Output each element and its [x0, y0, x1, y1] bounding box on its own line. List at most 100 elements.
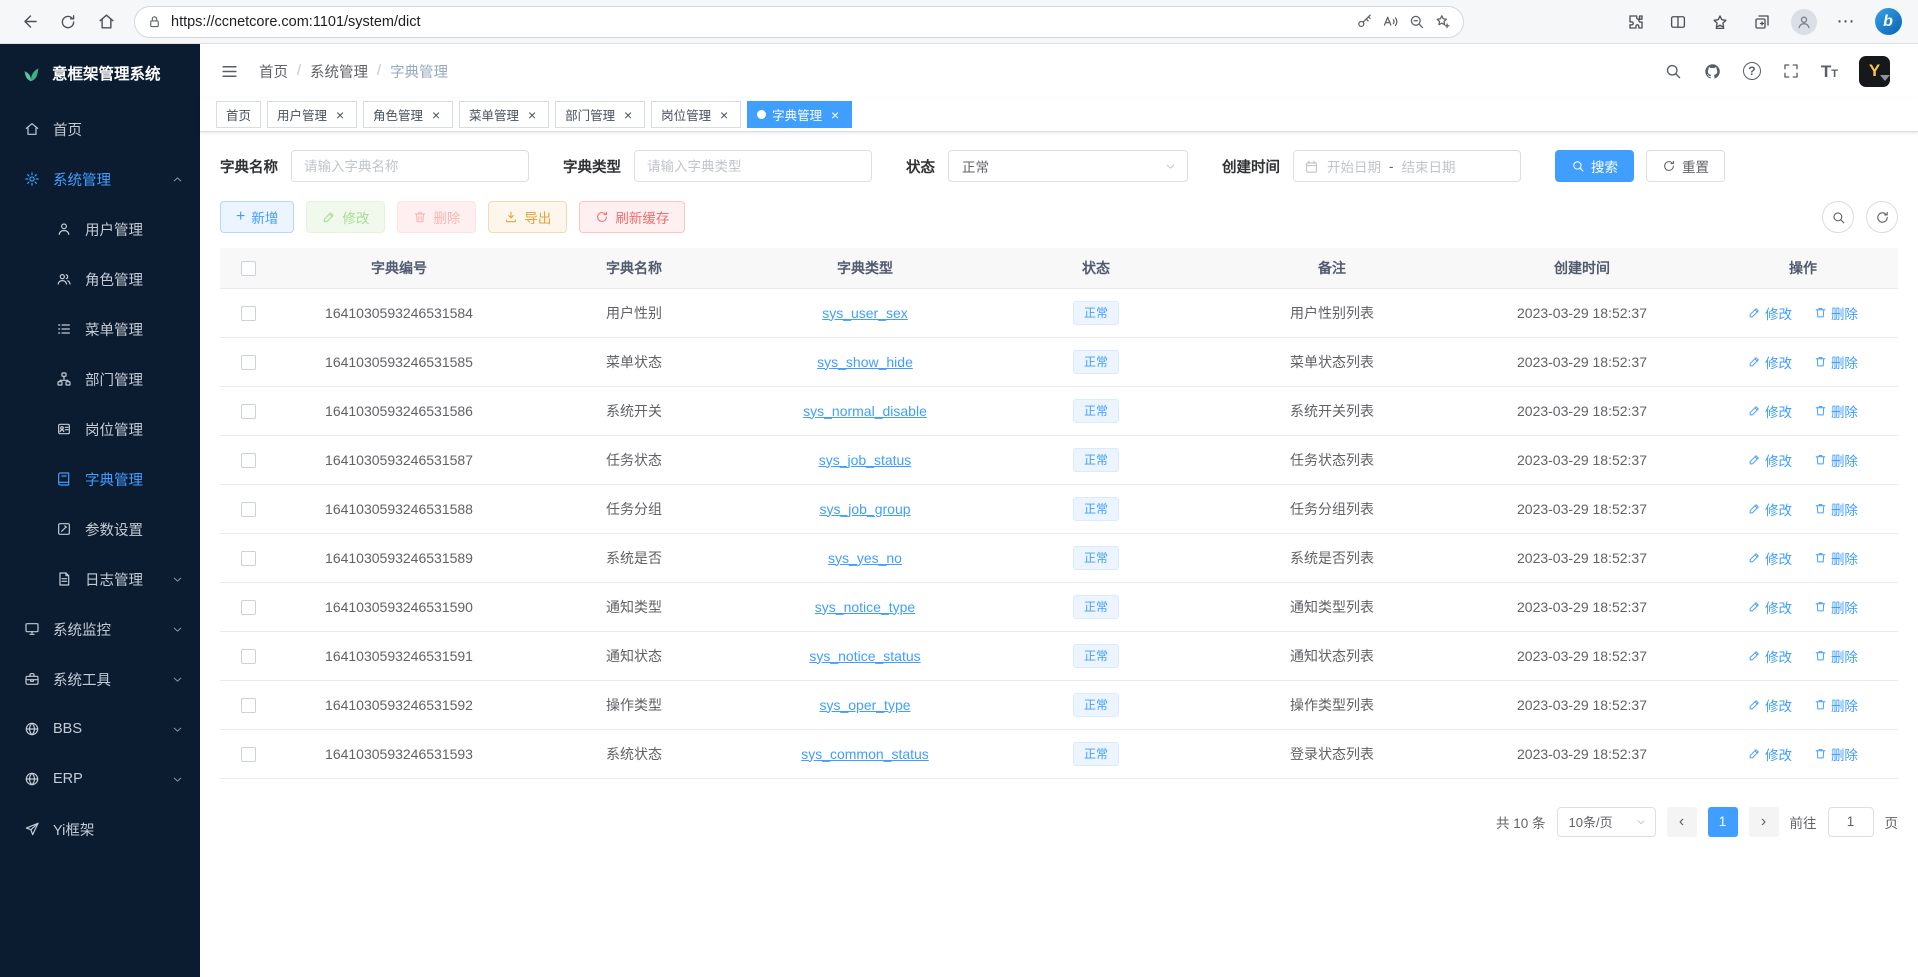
dict-type-link[interactable]: sys_yes_no — [828, 550, 902, 566]
close-icon[interactable]: × — [333, 108, 347, 122]
goto-page-input[interactable] — [1828, 807, 1874, 837]
row-checkbox[interactable] — [241, 698, 256, 713]
row-delete-button[interactable]: 删除 — [1814, 352, 1858, 372]
row-checkbox[interactable] — [241, 355, 256, 370]
font-size-button[interactable]: TT — [1821, 63, 1838, 80]
browser-back-button[interactable] — [12, 4, 48, 40]
next-page-button[interactable]: › — [1749, 807, 1779, 837]
close-icon[interactable]: × — [525, 108, 539, 122]
address-bar[interactable]: https://ccnetcore.com:1101/system/dict — [134, 6, 1464, 38]
sidebar-item-yi-framework[interactable]: Yi框架 — [0, 804, 200, 854]
row-checkbox[interactable] — [241, 306, 256, 321]
export-button[interactable]: 导出 — [488, 201, 567, 233]
split-screen-button[interactable] — [1660, 4, 1696, 40]
tab-post-mgmt[interactable]: 岗位管理× — [651, 101, 741, 128]
sidebar-item-home[interactable]: 首页 — [0, 104, 200, 154]
browser-refresh-button[interactable] — [50, 4, 86, 40]
url-text[interactable]: https://ccnetcore.com:1101/system/dict — [171, 14, 1347, 30]
sidebar-item-log-mgmt[interactable]: 日志管理 — [0, 554, 200, 604]
sidebar-item-role-mgmt[interactable]: 角色管理 — [0, 254, 200, 304]
sidebar-item-system-mgmt[interactable]: 系统管理 — [0, 154, 200, 204]
dict-type-link[interactable]: sys_common_status — [801, 746, 929, 762]
fullscreen-button[interactable] — [1782, 62, 1800, 80]
sidebar-toggle-button[interactable] — [216, 58, 243, 85]
tab-dict-mgmt[interactable]: 字典管理× — [747, 101, 852, 128]
row-checkbox[interactable] — [241, 600, 256, 615]
row-delete-button[interactable]: 删除 — [1814, 646, 1858, 666]
row-edit-button[interactable]: 修改 — [1748, 450, 1792, 470]
user-avatar-button[interactable]: Y — [1859, 56, 1890, 87]
prev-page-button[interactable]: ‹ — [1667, 807, 1697, 837]
zoom-out-icon[interactable] — [1408, 13, 1425, 30]
sidebar-item-param-settings[interactable]: 参数设置 — [0, 504, 200, 554]
row-checkbox[interactable] — [241, 502, 256, 517]
dict-name-input[interactable] — [291, 150, 529, 182]
app-logo[interactable]: 意框架管理系统 — [0, 44, 200, 102]
row-edit-button[interactable]: 修改 — [1748, 352, 1792, 372]
github-link-button[interactable] — [1703, 62, 1722, 81]
reset-button[interactable]: 重置 — [1646, 150, 1725, 182]
extensions-button[interactable] — [1618, 4, 1654, 40]
close-icon[interactable]: × — [621, 108, 635, 122]
add-favorite-icon[interactable] — [1434, 13, 1451, 30]
page-size-select[interactable]: 10条/页 — [1557, 807, 1656, 837]
close-icon[interactable]: × — [717, 108, 731, 122]
tab-menu-mgmt[interactable]: 菜单管理× — [459, 101, 549, 128]
refresh-cache-button[interactable]: 刷新缓存 — [579, 201, 685, 233]
row-edit-button[interactable]: 修改 — [1748, 646, 1792, 666]
row-delete-button[interactable]: 删除 — [1814, 548, 1858, 568]
row-checkbox[interactable] — [241, 551, 256, 566]
row-edit-button[interactable]: 修改 — [1748, 744, 1792, 764]
row-edit-button[interactable]: 修改 — [1748, 695, 1792, 715]
date-range-picker[interactable]: 开始日期 - 结束日期 — [1293, 150, 1521, 182]
tab-home[interactable]: 首页 — [216, 101, 261, 128]
profile-button[interactable] — [1786, 4, 1822, 40]
row-edit-button[interactable]: 修改 — [1748, 548, 1792, 568]
dict-type-link[interactable]: sys_notice_type — [815, 599, 915, 615]
sidebar-item-dict-mgmt[interactable]: 字典管理 — [0, 454, 200, 504]
dict-type-link[interactable]: sys_job_group — [819, 501, 910, 517]
row-delete-button[interactable]: 删除 — [1814, 303, 1858, 323]
status-select[interactable]: 正常 — [948, 150, 1188, 182]
tab-role-mgmt[interactable]: 角色管理× — [363, 101, 453, 128]
toggle-search-button[interactable] — [1822, 201, 1854, 233]
sidebar-item-erp[interactable]: ERP — [0, 754, 200, 804]
delete-button[interactable]: 删除 — [397, 201, 476, 233]
breadcrumb-home[interactable]: 首页 — [259, 61, 288, 82]
row-edit-button[interactable]: 修改 — [1748, 499, 1792, 519]
docs-help-button[interactable]: ? — [1743, 62, 1761, 80]
edit-button[interactable]: 修改 — [306, 201, 385, 233]
read-aloud-icon[interactable] — [1382, 13, 1399, 30]
password-key-icon[interactable] — [1356, 13, 1373, 30]
favorites-button[interactable] — [1702, 4, 1738, 40]
breadcrumb-system-mgmt[interactable]: 系统管理 — [310, 61, 368, 82]
dict-type-link[interactable]: sys_oper_type — [819, 697, 910, 713]
dict-type-link[interactable]: sys_user_sex — [822, 305, 908, 321]
row-delete-button[interactable]: 删除 — [1814, 499, 1858, 519]
dict-type-link[interactable]: sys_notice_status — [809, 648, 920, 664]
dict-type-link[interactable]: sys_normal_disable — [803, 403, 927, 419]
collections-button[interactable] — [1744, 4, 1780, 40]
row-checkbox[interactable] — [241, 747, 256, 762]
tab-dept-mgmt[interactable]: 部门管理× — [555, 101, 645, 128]
sidebar-item-dept-mgmt[interactable]: 部门管理 — [0, 354, 200, 404]
row-checkbox[interactable] — [241, 453, 256, 468]
row-delete-button[interactable]: 删除 — [1814, 744, 1858, 764]
add-button[interactable]: + 新增 — [220, 201, 294, 233]
search-button[interactable]: 搜索 — [1555, 150, 1634, 182]
row-checkbox[interactable] — [241, 649, 256, 664]
sidebar-item-system-monitor[interactable]: 系统监控 — [0, 604, 200, 654]
close-icon[interactable]: × — [429, 108, 443, 122]
page-1-button[interactable]: 1 — [1708, 807, 1738, 837]
sidebar-item-menu-mgmt[interactable]: 菜单管理 — [0, 304, 200, 354]
bing-button[interactable]: b — [1870, 4, 1906, 40]
sidebar-item-system-tools[interactable]: 系统工具 — [0, 654, 200, 704]
row-edit-button[interactable]: 修改 — [1748, 401, 1792, 421]
header-search-button[interactable] — [1664, 62, 1682, 80]
dict-type-link[interactable]: sys_job_status — [819, 452, 912, 468]
row-delete-button[interactable]: 删除 — [1814, 597, 1858, 617]
sidebar-item-user-mgmt[interactable]: 用户管理 — [0, 204, 200, 254]
sidebar-item-post-mgmt[interactable]: 岗位管理 — [0, 404, 200, 454]
browser-home-button[interactable] — [88, 4, 124, 40]
dict-type-link[interactable]: sys_show_hide — [817, 354, 913, 370]
